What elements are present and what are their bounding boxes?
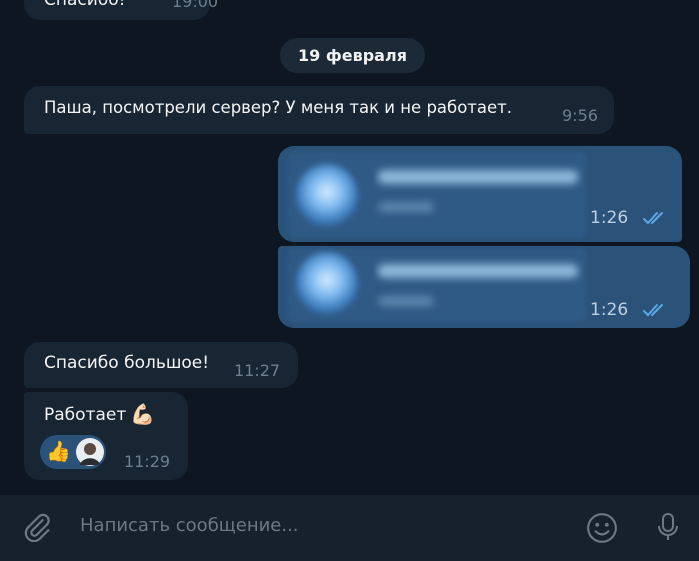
double-check-icon [643, 212, 663, 225]
chat-history: Спасибо! 19:00 19 февраля Паша, посмотре… [0, 0, 699, 495]
double-check-icon [643, 304, 663, 317]
message-bubble-incoming[interactable]: Спасибо большое! 11:27 [24, 342, 298, 388]
message-time: 1:26 [590, 208, 629, 228]
message-time: 11:29 [124, 452, 171, 471]
paperclip-icon[interactable] [22, 512, 52, 542]
blurred-filesize [378, 296, 434, 306]
microphone-icon[interactable] [656, 511, 680, 543]
date-separator[interactable]: 19 февраля [280, 38, 425, 73]
message-text: Спасибо большое! [44, 353, 210, 373]
message-time: 11:27 [234, 361, 281, 380]
message-time: 9:56 [562, 106, 598, 125]
blurred-filename [378, 264, 578, 278]
message-bubble-outgoing[interactable]: 1:26 [278, 146, 682, 242]
file-thumbnail [296, 164, 358, 226]
message-bubble-incoming[interactable]: Паша, посмотрели сервер? У меня так и не… [24, 86, 614, 134]
reaction-button[interactable]: 👍 [40, 435, 106, 469]
blurred-filename [378, 170, 578, 184]
emoji-icon[interactable] [586, 512, 618, 544]
message-composer: Написать сообщение... [0, 495, 699, 561]
message-text: Спасибо! [44, 0, 126, 10]
message-input[interactable]: Написать сообщение... [80, 515, 299, 536]
message-text: Паша, посмотрели сервер? У меня так и не… [44, 98, 513, 117]
thumbs-up-icon: 👍 [46, 439, 71, 463]
message-text: Работает [44, 405, 127, 425]
message-time: 1:26 [590, 300, 629, 320]
message-bubble-incoming[interactable]: Спасибо! 19:00 [24, 0, 218, 20]
flexed-biceps-emoji: 💪🏻 [130, 402, 155, 426]
blurred-filesize [378, 202, 434, 212]
user-avatar [76, 438, 104, 466]
message-bubble-outgoing[interactable]: 1:26 [278, 246, 690, 328]
message-time: 19:00 [172, 0, 219, 11]
file-thumbnail [296, 252, 358, 314]
